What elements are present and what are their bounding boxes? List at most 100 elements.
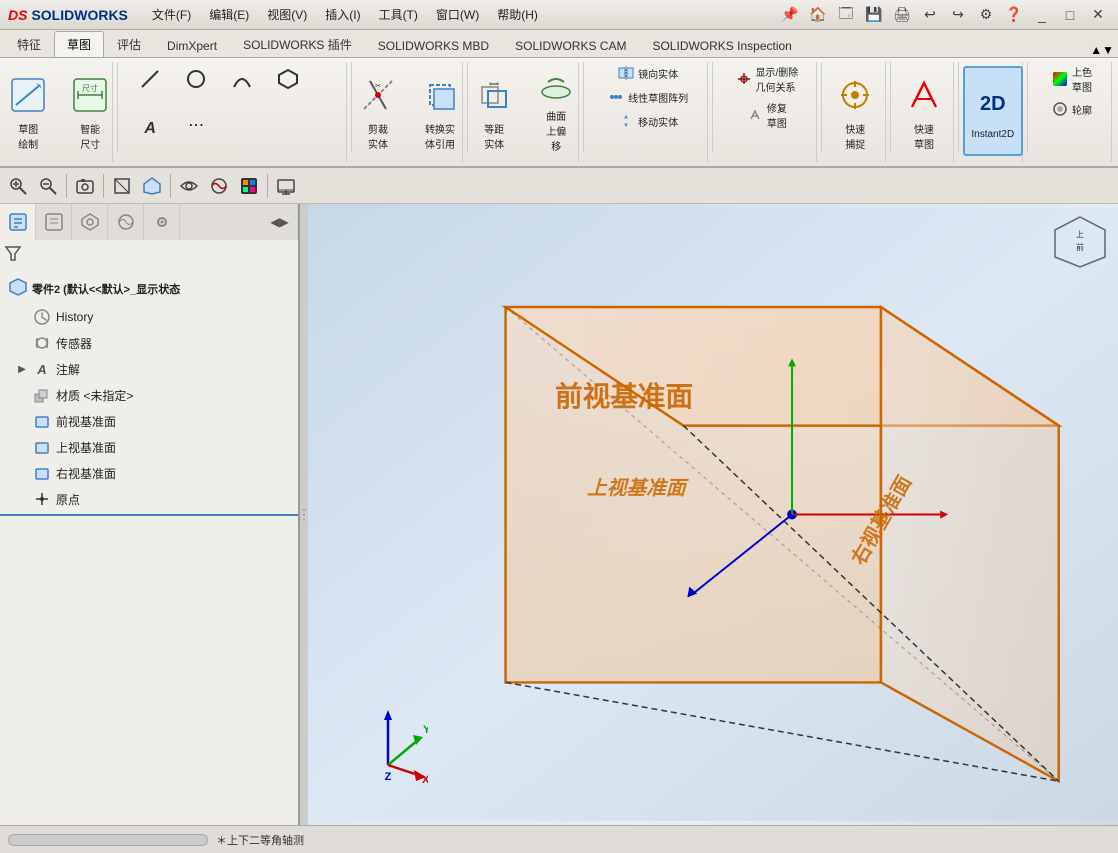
tree-item-right-plane[interactable]: 右视基准面 [0, 460, 298, 486]
maximize-icon[interactable]: □ [1058, 3, 1082, 27]
undo-icon[interactable]: ↩ [918, 3, 942, 27]
view-mode-text: ＊上下二等角轴测 [216, 832, 304, 848]
svg-text:Y: Y [423, 724, 428, 736]
menu-tools[interactable]: 工具(T) [371, 3, 426, 26]
menu-view[interactable]: 视图(V) [259, 3, 315, 26]
smart-dimension-button[interactable]: 尺寸 智能尺寸 [60, 66, 120, 156]
move-button[interactable]: 移动实体 [613, 110, 682, 132]
sketch-draw-button[interactable]: 草图绘制 [0, 66, 58, 156]
part-header[interactable]: 零件2 (默认<<默认>_显示状态 [0, 273, 298, 304]
polygon-icon [274, 65, 302, 93]
tree-item-material[interactable]: 材质 <未指定> [0, 382, 298, 408]
instant2d-button[interactable]: 2D Instant2D [963, 66, 1023, 156]
tab-dimxpert[interactable]: DimXpert [154, 34, 230, 57]
appearance-button[interactable] [205, 172, 233, 200]
ribbon-row-pattern: 镜向实体 线性草图阵列 移动实体 [603, 62, 692, 160]
sidebar-tab-property[interactable] [36, 204, 72, 240]
svg-text:前视基准面: 前视基准面 [555, 381, 693, 412]
offset-button[interactable]: ⟺ 等距实体 [464, 66, 524, 156]
filter-icon[interactable] [4, 244, 22, 267]
ribbon-divider-9 [1027, 62, 1028, 152]
toolbar-icon[interactable]: 🏠 [806, 3, 830, 27]
quick-sketch-button[interactable]: 快速草图 [894, 66, 954, 156]
ribbon-expand-icon[interactable]: ▲ [1090, 43, 1102, 57]
menu-file[interactable]: 文件(F) [144, 3, 199, 26]
surface-offset-icon [532, 70, 580, 106]
sidebar-tab-feature[interactable] [0, 204, 36, 240]
polygon-button[interactable] [266, 62, 310, 96]
trim-button[interactable]: ✂ 剪裁实体 [348, 66, 408, 156]
color-sketch-button[interactable]: 上色草图 [1047, 62, 1096, 96]
tree-item-annotations[interactable]: ▶ A 注解 [0, 356, 298, 382]
print-icon[interactable]: 🖨 [890, 3, 914, 27]
display-mode-button[interactable] [272, 172, 300, 200]
zoom-to-fit-button[interactable] [4, 172, 32, 200]
tab-sw-plugins[interactable]: SOLIDWORKS 插件 [230, 31, 365, 57]
wireframe-button[interactable] [108, 172, 136, 200]
sidebar-expand-arrows[interactable]: ◀▶ [262, 204, 298, 240]
ribbon-collapse-icon[interactable]: ▼ [1102, 43, 1114, 57]
minimize-icon[interactable]: _ [1030, 3, 1054, 27]
linear-pattern-button[interactable]: 线性草图阵列 [603, 86, 692, 108]
convert-button[interactable]: 转换实体引用 [410, 66, 470, 156]
save-icon[interactable]: 💾 [862, 3, 886, 27]
profile-button[interactable]: 轮廓 [1047, 98, 1096, 120]
shaded-button[interactable] [138, 172, 166, 200]
toolbar-separator-2 [103, 174, 104, 198]
quick-sketch-label: 快速草图 [914, 121, 934, 151]
redo-icon[interactable]: ↪ [946, 3, 970, 27]
pin-icon[interactable]: 📌 [778, 3, 802, 27]
line-icon [136, 65, 164, 93]
tree-item-top-plane[interactable]: 上视基准面 [0, 434, 298, 460]
repair-sketch-button[interactable]: 修复草图 [742, 98, 791, 132]
sidebar-resize-handle[interactable] [300, 204, 308, 825]
options-icon[interactable]: ⚙ [974, 3, 998, 27]
arc-button[interactable] [220, 62, 264, 96]
toolbar-separator-3 [170, 174, 171, 198]
orientation-cube[interactable]: 上 前 [1050, 212, 1110, 272]
sidebar-tab-appearance[interactable] [108, 204, 144, 240]
surface-offset-button[interactable]: 曲面上偏移 [526, 66, 586, 156]
tree-divider [0, 514, 298, 516]
menu-help[interactable]: 帮助(H) [489, 3, 546, 26]
tab-sw-inspection[interactable]: SOLIDWORKS Inspection [639, 34, 804, 57]
tree-item-history[interactable]: History [0, 304, 298, 330]
new-window-icon[interactable]: 🗔 [834, 3, 858, 27]
tab-feature[interactable]: 特征 [4, 31, 54, 57]
help-icon[interactable]: ❓ [1002, 3, 1026, 27]
annotations-label: 注解 [56, 361, 80, 378]
tab-evaluate[interactable]: 评估 [104, 31, 154, 57]
mirror-icon [617, 64, 635, 82]
right-plane-icon [32, 463, 52, 483]
menu-insert[interactable]: 插入(I) [317, 3, 368, 26]
zoom-in-button[interactable] [34, 172, 62, 200]
view-camera-button[interactable] [71, 172, 99, 200]
line-button[interactable] [128, 62, 172, 96]
circle-button[interactable] [174, 62, 218, 96]
quick-snap-icon [831, 71, 879, 119]
sidebar-tab-config[interactable] [72, 204, 108, 240]
show-relations-button[interactable]: 显示/删除几何关系 [731, 62, 803, 96]
scene-button[interactable] [235, 172, 263, 200]
smart-dimension-label: 智能尺寸 [80, 121, 100, 151]
tab-sw-cam[interactable]: SOLIDWORKS CAM [502, 34, 639, 57]
mirror-button[interactable]: 镜向实体 [613, 62, 682, 84]
ribbon-divider-5 [712, 62, 713, 152]
menu-edit[interactable]: 编辑(E) [201, 3, 257, 26]
more-draw-button[interactable]: ⋯ [174, 112, 218, 138]
sidebar-tab-view[interactable] [144, 204, 180, 240]
quick-snap-button[interactable]: 快速捕捉 [825, 66, 885, 156]
menu-window[interactable]: 窗口(W) [428, 3, 487, 26]
tree-item-sensors[interactable]: 传感器 [0, 330, 298, 356]
close-icon[interactable]: ✕ [1086, 3, 1110, 27]
tree-item-front-plane[interactable]: 前视基准面 [0, 408, 298, 434]
tab-sketch[interactable]: 草图 [54, 31, 104, 57]
tab-sw-mbd[interactable]: SOLIDWORKS MBD [365, 34, 502, 57]
front-plane-icon [32, 411, 52, 431]
text-button[interactable]: A [128, 112, 172, 146]
horizontal-scrollbar[interactable] [8, 834, 208, 846]
convert-icon [416, 71, 464, 119]
tree-item-origin[interactable]: 原点 [0, 486, 298, 512]
viewport[interactable]: 前视基准面 上视基准面 右视基准面 上 前 Z Y [308, 204, 1118, 825]
hide-show-button[interactable] [175, 172, 203, 200]
